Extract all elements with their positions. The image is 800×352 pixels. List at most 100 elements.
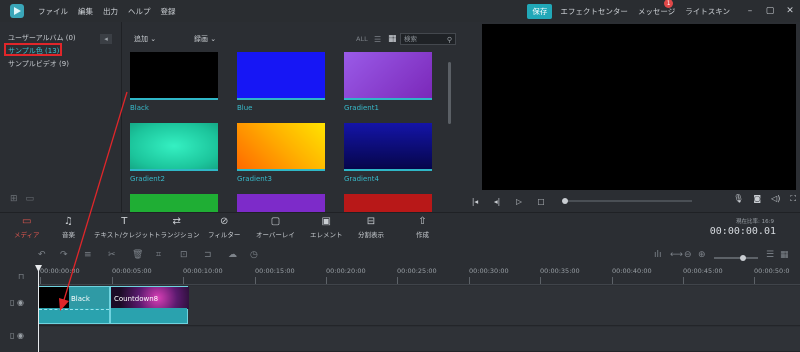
menu-bar: ファイル 編集 出力 ヘルプ 登録 xyxy=(38,6,176,17)
filter-all[interactable]: ALL xyxy=(356,35,368,43)
crop-icon[interactable]: ⌗ xyxy=(156,250,161,260)
snapshot-icon[interactable]: ◙ xyxy=(753,194,761,204)
eye-icon[interactable]: ◉ xyxy=(17,331,24,340)
grid-view-icon[interactable]: ▦ xyxy=(388,34,397,44)
tab-split-screen[interactable]: ⊟ 分割表示 xyxy=(358,215,384,239)
cut-icon[interactable]: ✂ xyxy=(108,250,116,260)
media-tile[interactable]: Black xyxy=(130,52,218,112)
tab-label: エレメント xyxy=(310,231,343,239)
zoom-slider[interactable] xyxy=(714,255,758,261)
overlay-track[interactable] xyxy=(38,327,800,352)
collapse-panel-icon[interactable]: ◂ xyxy=(100,34,112,44)
search-input[interactable]: 検索 ⚲ xyxy=(400,33,456,45)
detach-icon[interactable]: ⊐ xyxy=(204,250,212,260)
clip-thumbnail xyxy=(39,287,69,309)
speed-icon[interactable]: ◷ xyxy=(250,250,258,260)
audio-track-header: ▯ ◉ xyxy=(0,327,38,352)
step-back-icon[interactable]: ◂| xyxy=(486,197,508,206)
media-tile[interactable] xyxy=(344,194,432,212)
media-tile[interactable]: Blue xyxy=(237,52,325,112)
effects-center-link[interactable]: エフェクトセンター xyxy=(560,6,628,17)
menu-help[interactable]: ヘルプ xyxy=(128,6,151,17)
seek-bar[interactable] xyxy=(562,198,692,204)
clip-lower xyxy=(39,308,109,323)
color-icon[interactable]: ☁ xyxy=(228,250,237,260)
record-dropdown[interactable]: 録画 ⌄ xyxy=(194,34,216,44)
import-dropdown[interactable]: 追加 ⌄ xyxy=(134,34,156,44)
tab-text-credit[interactable]: T テキスト/クレジット xyxy=(94,215,155,239)
video-track-header: ▯ ◉ xyxy=(0,286,38,326)
delete-folder-icon[interactable]: ▭ xyxy=(26,194,35,204)
undo-icon[interactable]: ↶ xyxy=(38,250,46,260)
ruler-tick: 00:00:10:00 xyxy=(183,267,223,284)
media-scrollbar[interactable] xyxy=(448,62,451,124)
playhead[interactable] xyxy=(38,268,39,352)
redo-icon[interactable]: ↷ xyxy=(60,250,68,260)
menu-file[interactable]: ファイル xyxy=(38,6,68,17)
volume-icon[interactable]: ◁) xyxy=(771,194,780,204)
record-label: 録画 xyxy=(194,35,208,43)
tab-music[interactable]: ♫ 音楽 xyxy=(62,215,75,239)
grid-menu-icon[interactable]: ▦ xyxy=(780,250,789,260)
tile-thumbnail xyxy=(344,194,432,212)
media-tile[interactable]: Gradient4 xyxy=(344,123,432,183)
zoom-out-icon[interactable]: ⊖ xyxy=(684,250,692,260)
tile-label: Blue xyxy=(237,104,253,112)
media-tile[interactable]: Gradient2 xyxy=(130,123,218,183)
media-tile[interactable] xyxy=(130,194,218,212)
tab-filter[interactable]: ⊘ フィルター xyxy=(208,215,240,239)
timeline-ruler[interactable]: 00:00:00:00 00:00:05:00 00:00:10:00 00:0… xyxy=(38,267,800,285)
aspect-ratio-label: 現在比率: 16:9 xyxy=(736,219,774,225)
library-user-album[interactable]: ユーザーアルバム (0) xyxy=(8,33,76,43)
freeze-icon[interactable]: ⊡ xyxy=(180,250,188,260)
ruler-tick: 00:00:25:00 xyxy=(397,267,437,284)
timeline-clip-black[interactable]: Black xyxy=(38,286,110,324)
tab-element[interactable]: ▣ エレメント xyxy=(310,215,343,239)
minimize-icon[interactable]: – xyxy=(740,0,760,22)
zoom-knob[interactable] xyxy=(740,255,746,261)
eye-icon[interactable]: ◉ xyxy=(17,298,24,307)
fullscreen-icon[interactable]: ⛶ xyxy=(790,194,796,204)
adjust-icon[interactable]: ≡ xyxy=(84,250,92,260)
video-track[interactable]: Black Countdown8 xyxy=(38,286,800,326)
overlay-track-icon: ▯ xyxy=(10,331,15,340)
zoom-in-icon[interactable]: ⊕ xyxy=(698,250,706,260)
audio-mixer-icon[interactable]: ılı xyxy=(654,250,662,260)
fit-timeline-icon[interactable]: ⟷ xyxy=(670,250,683,260)
menu-export[interactable]: 出力 xyxy=(103,6,118,17)
microphone-icon[interactable]: 🎙 xyxy=(733,194,743,204)
tile-thumbnail xyxy=(237,123,325,171)
timecode-display: 00:00:00.01 xyxy=(709,226,776,237)
menu-edit[interactable]: 編集 xyxy=(78,6,93,17)
timeline-clip-countdown[interactable]: Countdown8 xyxy=(110,286,189,324)
close-icon[interactable]: ✕ xyxy=(780,0,800,22)
track-list-icon[interactable]: ☰ xyxy=(766,250,774,260)
library-sample-videos[interactable]: サンプルビデオ (9) xyxy=(8,59,69,69)
maximize-icon[interactable]: ▢ xyxy=(760,0,780,22)
tile-thumbnail xyxy=(237,194,325,212)
save-button[interactable]: 保存 xyxy=(527,3,553,19)
delete-icon[interactable]: 🗑 xyxy=(132,250,143,260)
tab-overlay[interactable]: ▢ オーバーレイ xyxy=(256,215,295,239)
ruler-tick: 00:00:40:00 xyxy=(612,267,652,284)
media-tile[interactable]: Gradient1 xyxy=(344,52,432,112)
library-actions: ⊞ ▭ xyxy=(10,194,34,204)
tab-transition[interactable]: ⇄ トランジション xyxy=(154,215,200,239)
seek-knob[interactable] xyxy=(562,198,568,204)
ruler-tick: 00:00:30:00 xyxy=(469,267,509,284)
import-label: 追加 xyxy=(134,35,148,43)
add-folder-icon[interactable]: ⊞ xyxy=(10,194,18,204)
skip-start-icon[interactable]: |◂ xyxy=(464,197,486,206)
chevron-down-icon: ⌄ xyxy=(150,35,157,43)
snap-icon[interactable]: ⊓ xyxy=(18,272,24,281)
menu-register[interactable]: 登録 xyxy=(161,6,176,17)
tab-media[interactable]: ▭ メディア xyxy=(14,215,40,239)
light-skin-link[interactable]: ライトスキン xyxy=(685,6,730,17)
tab-export[interactable]: ⇧ 作成 xyxy=(416,215,429,239)
media-tile[interactable] xyxy=(237,194,325,212)
messages-link[interactable]: メッセージ 1 xyxy=(638,0,675,17)
media-tile[interactable]: Gradient3 xyxy=(237,123,325,183)
play-icon[interactable]: ▷ xyxy=(508,197,530,206)
stop-icon[interactable]: □ xyxy=(530,197,552,206)
list-view-icon[interactable]: ☰ xyxy=(374,35,381,44)
